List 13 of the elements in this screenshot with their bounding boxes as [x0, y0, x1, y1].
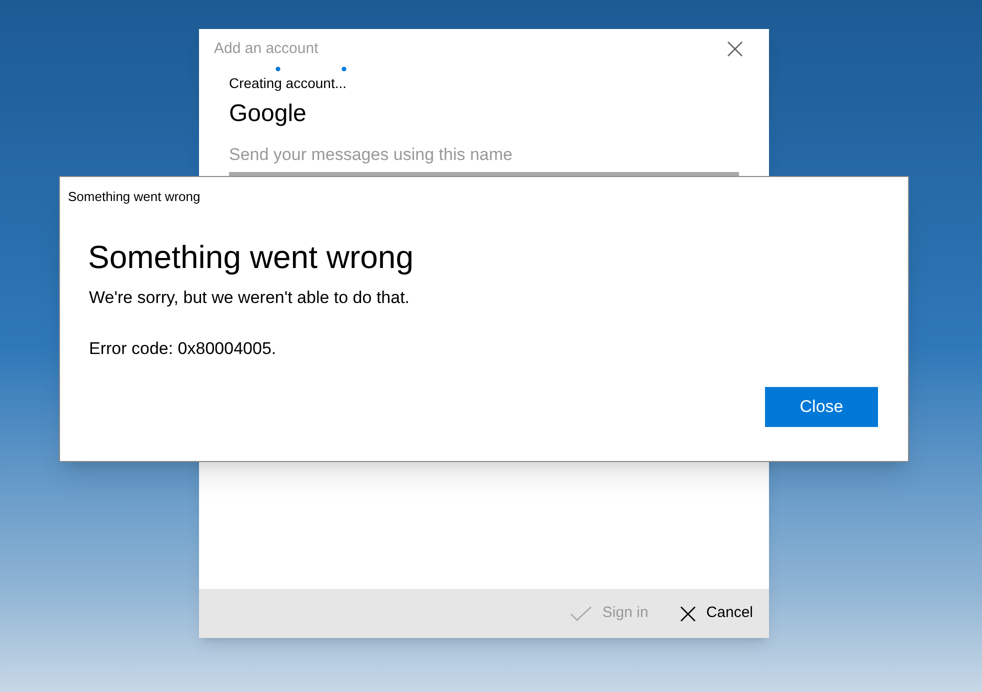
error-message: We're sorry, but we weren't able to do that.	[89, 286, 411, 308]
cancel-button[interactable]: Cancel	[680, 602, 753, 625]
cancel-icon	[680, 606, 696, 622]
dialog-title: Something went wrong	[68, 188, 202, 206]
close-icon	[727, 41, 743, 57]
window-title: Add an account	[214, 38, 318, 59]
dialog-heading: Something went wrong	[88, 238, 415, 276]
check-icon	[570, 606, 592, 622]
status-text: Creating account...	[229, 74, 348, 93]
progress-dots-drawing	[275, 66, 347, 72]
error-code: Error code: 0x80004005.	[89, 338, 278, 360]
provider-name: Google	[229, 99, 308, 129]
close-button[interactable]: Close	[765, 386, 878, 426]
